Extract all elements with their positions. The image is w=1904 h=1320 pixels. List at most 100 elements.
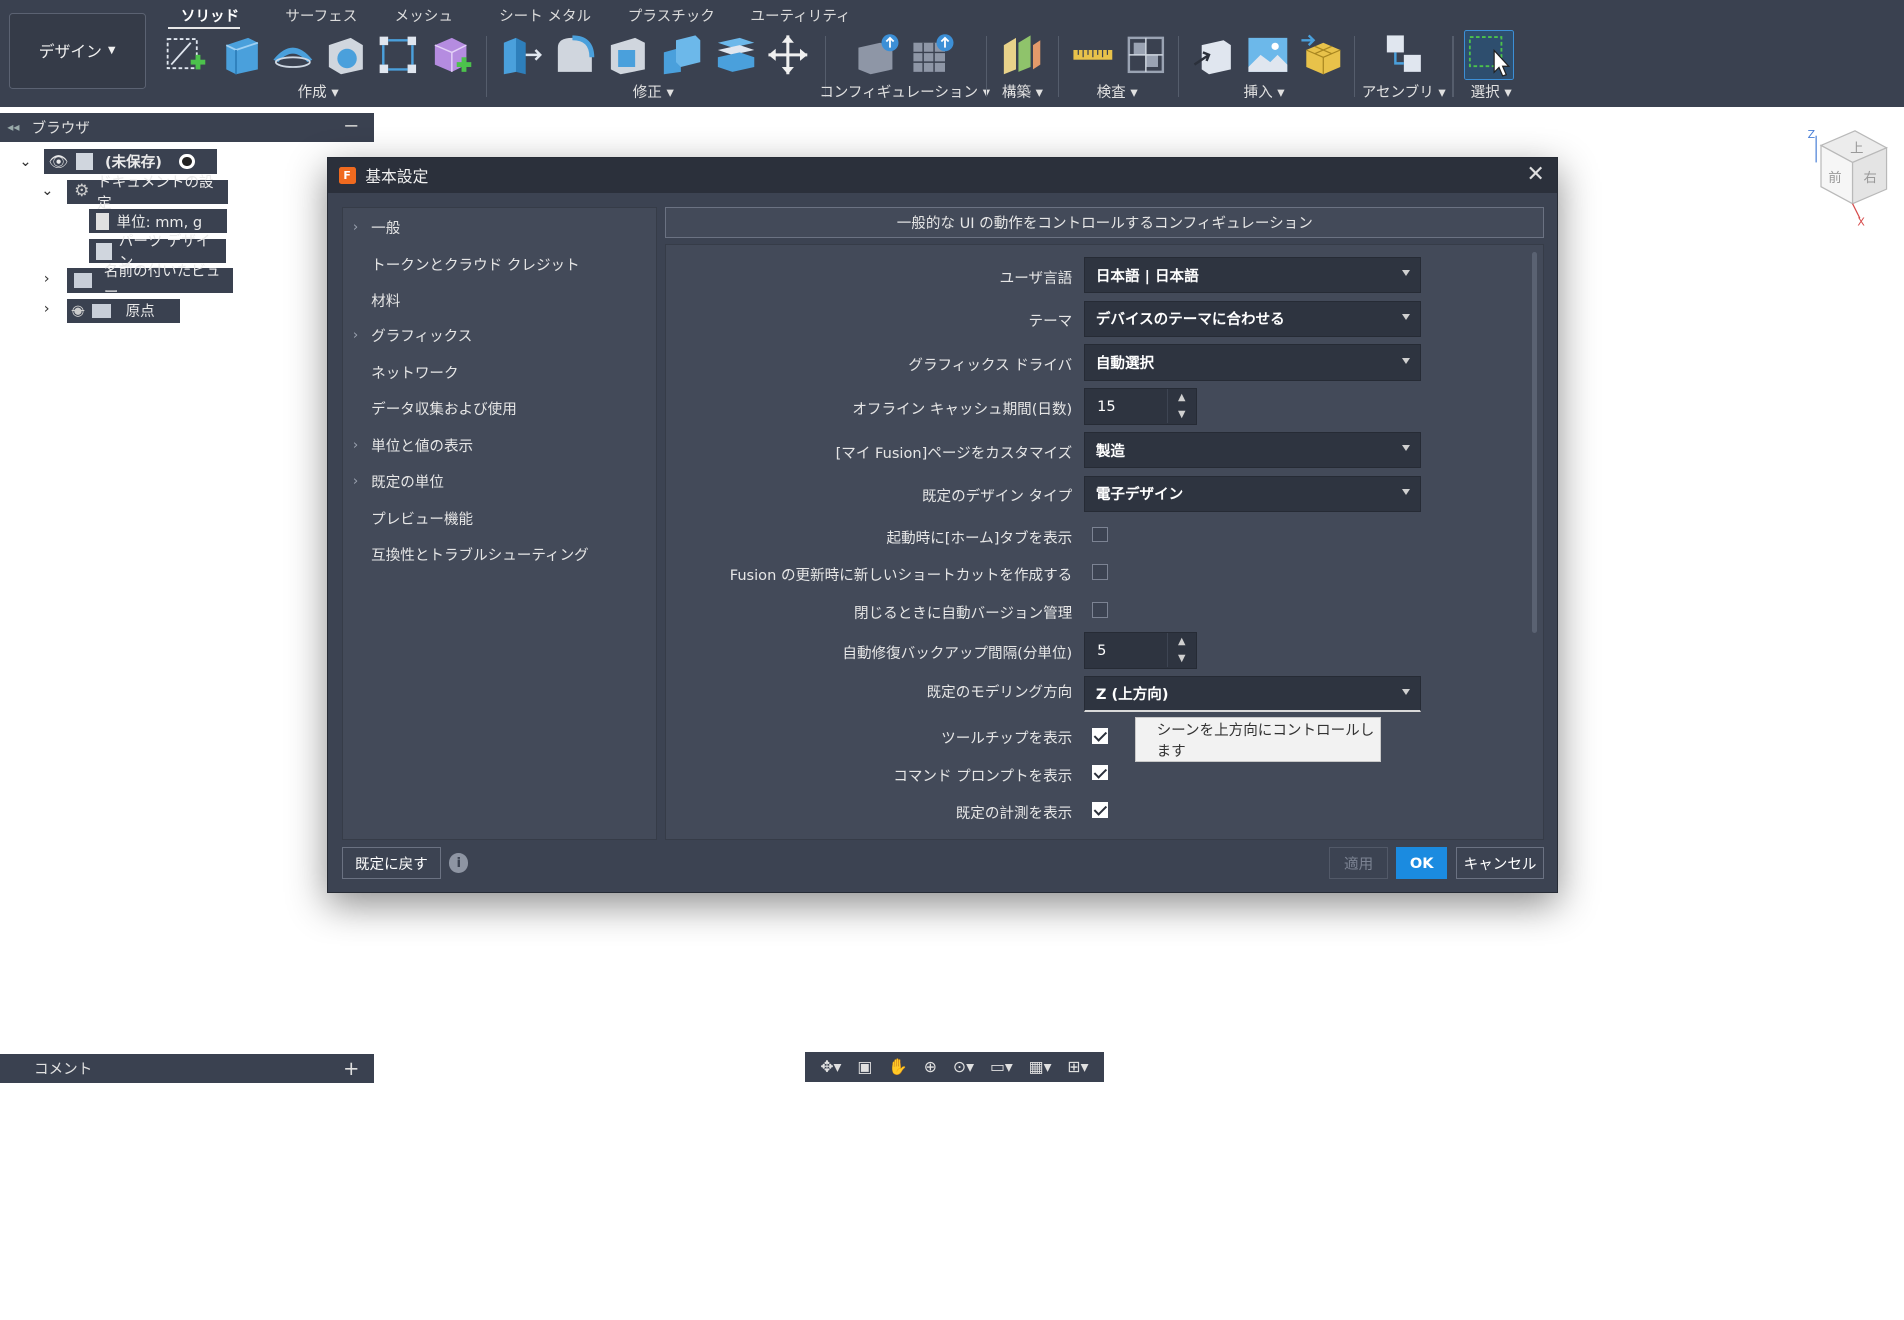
backup-interval-stepper[interactable]: 5 ▲ ▼ xyxy=(1083,632,1197,669)
activate-radio-icon[interactable] xyxy=(178,153,195,170)
nav-item-data-collection[interactable]: データ収集および使用 xyxy=(343,393,656,425)
tab-sheet-metal[interactable]: シート メタル xyxy=(499,5,591,26)
nav-item-materials[interactable]: 材料 xyxy=(343,285,656,317)
hole-icon[interactable] xyxy=(324,33,368,77)
new-component-icon[interactable] xyxy=(1382,33,1426,77)
fillet-icon[interactable] xyxy=(553,33,597,77)
pattern-icon[interactable] xyxy=(376,33,420,77)
configure-icon[interactable] xyxy=(856,33,900,77)
display-settings-icon[interactable]: ▭▾ xyxy=(990,1057,1013,1076)
group-label-insert[interactable]: 挿入 ▾ xyxy=(1244,81,1285,102)
tab-solid[interactable]: ソリッド xyxy=(181,5,239,26)
measure-icon[interactable] xyxy=(1071,33,1115,77)
fit-icon[interactable]: ⊙▾ xyxy=(953,1057,974,1076)
tab-utility[interactable]: ユーティリティ xyxy=(750,5,850,26)
chevron-up-icon[interactable]: ▲ xyxy=(1178,392,1185,403)
group-label-modify[interactable]: 修正 ▾ xyxy=(633,81,674,102)
pan-icon[interactable]: ✋ xyxy=(888,1057,908,1076)
workspace-switcher[interactable]: デザイン ▼ xyxy=(8,13,146,89)
auto-version-checkbox[interactable] xyxy=(1092,601,1109,618)
combine-icon[interactable] xyxy=(659,33,703,77)
press-pull-icon[interactable] xyxy=(499,33,543,77)
expand-chevron-icon[interactable]: › xyxy=(44,270,50,287)
insert-derive-icon[interactable] xyxy=(1192,33,1236,77)
viewcube-right-label[interactable]: 右 xyxy=(1864,170,1877,186)
expand-chevron-icon[interactable]: ⌄ xyxy=(19,153,31,170)
chevron-down-icon[interactable]: ▼ xyxy=(1178,409,1185,420)
interference-icon[interactable] xyxy=(1124,33,1168,77)
add-comment-icon[interactable]: + xyxy=(343,1057,359,1080)
minimize-icon[interactable]: − xyxy=(343,114,359,137)
chevron-down-icon[interactable]: ▼ xyxy=(1178,653,1185,664)
collapse-panel-icon[interactable]: ◂◂ xyxy=(7,120,19,134)
hidden-eye-icon[interactable]: ◉ xyxy=(72,302,85,319)
browser-node-origin[interactable]: ◉ 原点 xyxy=(66,298,180,323)
revolve-icon[interactable] xyxy=(271,33,315,77)
nav-item-general[interactable]: › 一般 xyxy=(343,212,656,244)
my-fusion-dropdown[interactable]: 製造 xyxy=(1083,431,1422,469)
move-icon[interactable] xyxy=(766,33,810,77)
stepper-buttons[interactable]: ▲ ▼ xyxy=(1166,633,1196,668)
chevron-up-icon[interactable]: ▲ xyxy=(1178,636,1185,647)
viewports-icon[interactable]: ⊞▾ xyxy=(1067,1057,1088,1076)
group-label-construct[interactable]: 構築 ▾ xyxy=(1002,81,1043,102)
group-label-create[interactable]: 作成 ▾ xyxy=(298,81,339,102)
theme-dropdown[interactable]: デバイスのテーマに合わせる xyxy=(1083,300,1422,338)
modeling-dir-dropdown[interactable]: Z (上方向) xyxy=(1083,675,1422,713)
cancel-button[interactable]: キャンセル xyxy=(1455,847,1545,879)
expand-chevron-icon[interactable]: › xyxy=(44,300,50,317)
design-type-dropdown[interactable]: 電子デザイン xyxy=(1083,475,1422,512)
tooltips-checkbox[interactable] xyxy=(1092,728,1109,744)
visibility-eye-icon[interactable]: 👁 xyxy=(49,152,69,171)
show-home-checkbox[interactable] xyxy=(1092,526,1109,543)
nav-item-tokens[interactable]: トークンとクラウド クレジット xyxy=(343,248,656,280)
insert-mesh-icon[interactable] xyxy=(1299,33,1343,77)
stepper-buttons[interactable]: ▲ ▼ xyxy=(1166,389,1196,424)
nav-item-preview[interactable]: プレビュー機能 xyxy=(343,502,656,534)
viewcube[interactable]: 上 前 右 Z X xyxy=(1804,126,1891,226)
measure-checkbox[interactable] xyxy=(1092,802,1109,818)
browser-node-doc-settings[interactable]: ⚙ ドキュメントの設定 xyxy=(66,174,229,212)
tab-surface[interactable]: サーフェス xyxy=(285,5,357,26)
select-tool[interactable] xyxy=(1464,30,1515,81)
nav-item-units-display[interactable]: › 単位と値の表示 xyxy=(343,429,656,461)
insert-image-icon[interactable] xyxy=(1246,33,1290,77)
tab-plastic[interactable]: プラスチック xyxy=(628,5,715,26)
group-label-configuration[interactable]: コンフィギュレーション ▾ xyxy=(819,81,990,102)
look-at-icon[interactable]: ▣ xyxy=(857,1057,872,1076)
nav-item-compatibility[interactable]: 互換性とトラブルシューティング xyxy=(343,539,656,571)
nav-item-network[interactable]: ネットワーク xyxy=(343,357,656,389)
apply-button[interactable]: 適用 xyxy=(1329,847,1388,879)
shell-icon[interactable] xyxy=(606,33,650,77)
shortcut-checkbox[interactable] xyxy=(1092,564,1109,580)
group-label-inspect[interactable]: 検査 ▾ xyxy=(1097,81,1138,102)
tab-mesh[interactable]: メッシュ xyxy=(395,5,453,26)
orbit-icon[interactable]: ✥▾ xyxy=(820,1057,841,1076)
viewcube-top-label[interactable]: 上 xyxy=(1851,141,1864,157)
nav-item-graphics[interactable]: › グラフィックス xyxy=(343,320,656,352)
group-label-select[interactable]: 選択 ▾ xyxy=(1471,81,1512,102)
close-icon[interactable]: ✕ xyxy=(1526,162,1544,187)
offset-plane-icon[interactable] xyxy=(999,33,1043,77)
group-label-assemble[interactable]: アセンブリ ▾ xyxy=(1362,81,1446,102)
offline-cache-stepper[interactable]: 15 ▲ ▼ xyxy=(1083,388,1197,425)
ok-button[interactable]: OK xyxy=(1396,847,1448,879)
reset-defaults-button[interactable]: 既定に戻す xyxy=(342,847,441,879)
graphics-driver-dropdown[interactable]: 自動選択 xyxy=(1083,344,1422,381)
expand-chevron-icon[interactable]: ⌄ xyxy=(41,182,53,199)
info-icon[interactable]: i xyxy=(449,853,469,873)
modeling-dir-value: Z (上方向) xyxy=(1095,686,1169,704)
extrude-icon[interactable] xyxy=(219,33,263,77)
scrollbar[interactable] xyxy=(1532,252,1538,634)
split-body-icon[interactable] xyxy=(713,33,757,77)
viewcube-front-label[interactable]: 前 xyxy=(1829,169,1842,186)
language-dropdown[interactable]: 日本語 | 日本語 xyxy=(1083,256,1422,294)
zoom-icon[interactable]: ⊕ xyxy=(924,1057,937,1076)
nav-item-default-units[interactable]: › 既定の単位 xyxy=(343,466,656,498)
configuration-table-icon[interactable] xyxy=(911,33,955,77)
browser-node-named-views[interactable]: 名前の付いたビュー xyxy=(66,263,234,301)
create-sketch-icon[interactable] xyxy=(164,33,208,77)
command-prompt-checkbox[interactable] xyxy=(1092,764,1109,781)
grid-icon[interactable]: ▦▾ xyxy=(1029,1057,1052,1076)
create-form-icon[interactable] xyxy=(430,33,474,77)
